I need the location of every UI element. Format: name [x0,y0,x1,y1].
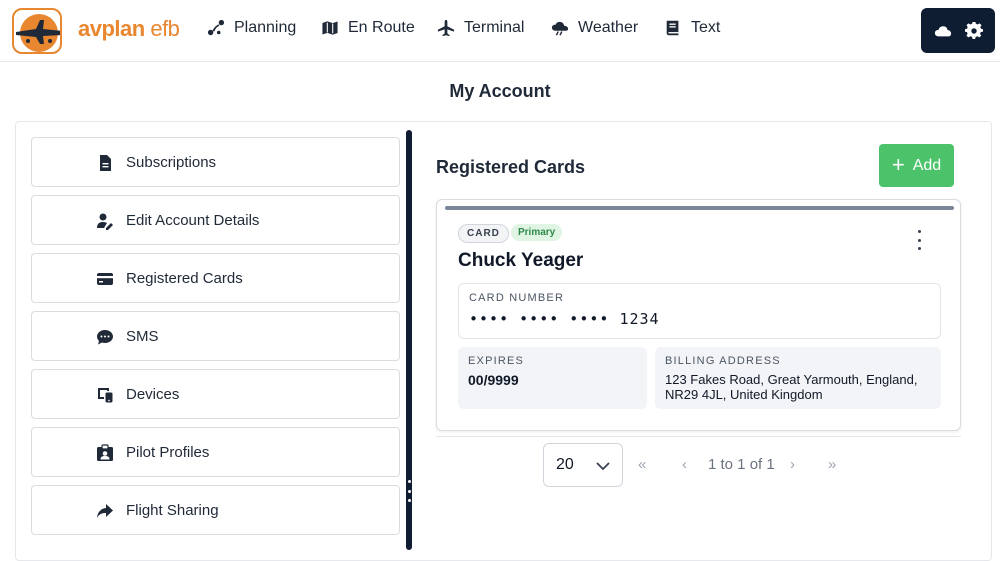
page-size-select[interactable]: 20 [543,443,623,487]
nav-label: En Route [348,19,415,36]
nav-terminal[interactable]: Terminal [437,19,524,37]
sidebar-item-label: Subscriptions [126,154,217,171]
sidebar-item-label: Devices [126,386,180,403]
map-icon [321,20,339,36]
card-number-value: •••• •••• •••• 1234 [469,310,660,328]
primary-badge: Primary [511,224,563,241]
brand-name-part2: efb [150,16,180,41]
divider-grip-handle[interactable] [407,480,411,502]
sidebar-item-pilot-profiles[interactable]: Pilot Profiles [31,427,400,477]
document-icon [96,154,114,172]
brand-name: avplan efb [78,16,180,42]
user-edit-icon [96,212,114,230]
top-right-actions [921,8,995,53]
last-page-button[interactable]: » [828,456,836,473]
sidebar-item-label: Edit Account Details [126,212,260,229]
add-button-label: Add [912,156,942,174]
plane-icon [437,19,455,37]
expires-field: EXPIRES 00/9999 [458,347,647,409]
page-title: My Account [449,81,551,101]
route-icon [207,19,225,36]
brand-name-part1: avplan [78,16,145,41]
nav-label: Text [691,19,721,36]
sidebar-item-subscriptions[interactable]: Subscriptions [31,137,400,187]
nav-weather[interactable]: Weather [551,19,638,37]
nav-label: Planning [234,19,297,36]
credit-card-icon [96,270,114,288]
first-page-button[interactable]: « [638,456,646,473]
nav-label: Terminal [464,19,525,36]
cloud-weather-icon [551,21,569,36]
prev-page-button[interactable]: ‹ [682,456,687,473]
cardholder-name: Chuck Yeager [458,250,584,271]
share-arrow-icon [96,502,114,520]
more-options-icon[interactable] [911,230,927,250]
next-page-button[interactable]: › [790,456,795,473]
registered-card: CARD Primary Chuck Yeager CARD NUMBER ••… [436,199,961,431]
sidebar-item-registered-cards[interactable]: Registered Cards [31,253,400,303]
sms-icon [96,328,114,346]
sidebar-item-label: Flight Sharing [126,502,219,519]
airplane-logo-icon [16,14,60,52]
expires-value: 00/9999 [468,372,519,388]
card-accent-bar [445,206,954,210]
plus-icon: + [891,151,905,177]
sidebar-item-devices[interactable]: Devices [31,369,400,419]
nav-label: Weather [578,19,639,36]
nav-planning[interactable]: Planning [207,19,296,37]
page-size-value: 20 [556,456,574,473]
gear-icon[interactable] [964,21,983,40]
sidebar-item-label: SMS [126,328,159,345]
cloud-icon[interactable] [934,22,952,40]
app-logo[interactable] [12,8,62,54]
expires-label: EXPIRES [468,355,525,367]
sidebar-item-label: Registered Cards [126,270,243,287]
add-card-button[interactable]: + Add [879,144,954,187]
section-title: Registered Cards [436,157,586,177]
card-type-badge: CARD [458,224,509,243]
chevron-down-icon [596,462,610,471]
sidebar-item-edit-account[interactable]: Edit Account Details [31,195,400,245]
sidebar-item-flight-sharing[interactable]: Flight Sharing [31,485,400,535]
sidebar-item-label: Pilot Profiles [126,444,210,461]
card-number-field: CARD NUMBER •••• •••• •••• 1234 [458,283,941,339]
book-icon [666,20,679,36]
list-divider [436,436,961,437]
nav-text[interactable]: Text [664,19,720,37]
billing-address-field: BILLING ADDRESS 123 Fakes Road, Great Ya… [655,347,941,409]
top-navbar: avplan efb Planning En Route Terminal We… [0,0,1000,62]
pager-info: 1 to 1 of 1 [708,456,775,473]
nav-en-route[interactable]: En Route [321,19,415,37]
billing-address-label: BILLING ADDRESS [665,355,781,367]
card-number-label: CARD NUMBER [469,292,565,304]
sidebar-item-sms[interactable]: SMS [31,311,400,361]
id-badge-icon [96,444,114,462]
devices-icon [96,386,114,404]
billing-address-value: 123 Fakes Road, Great Yarmouth, England,… [665,372,918,402]
